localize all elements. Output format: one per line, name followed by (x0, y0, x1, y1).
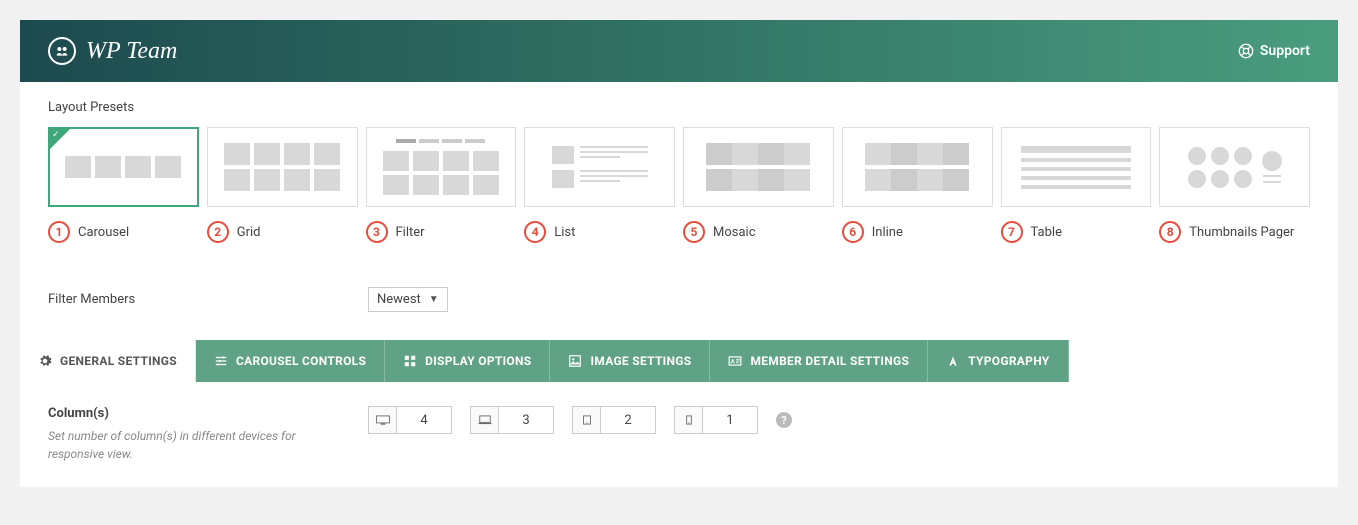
preset-card-carousel[interactable]: ✓ (48, 127, 199, 207)
laptop-icon (471, 407, 499, 433)
preset-filter: 3 Filter (366, 127, 517, 243)
preset-label: Thumbnails Pager (1189, 225, 1294, 240)
tab-label: CAROUSEL CONTROLS (236, 354, 366, 368)
preset-number: 5 (683, 221, 705, 243)
preset-label: Filter (396, 225, 425, 240)
gear-icon (38, 354, 52, 368)
tab-member-detail[interactable]: MEMBER DETAIL SETTINGS (710, 340, 928, 382)
help-icon[interactable]: ? (776, 412, 792, 428)
filter-members-row: Filter Members Newest ▼ (48, 287, 1310, 312)
preset-number: 4 (524, 221, 546, 243)
preset-number: 3 (366, 221, 388, 243)
preset-number: 7 (1001, 221, 1023, 243)
mobile-icon (675, 407, 703, 433)
tab-label: MEMBER DETAIL SETTINGS (750, 354, 909, 368)
preset-label: Carousel (78, 225, 129, 240)
columns-tablet-input[interactable]: 2 (572, 406, 656, 434)
preset-card-table[interactable] (1001, 127, 1152, 207)
grid-icon (403, 354, 417, 368)
preset-grid: 2 Grid (207, 127, 358, 243)
image-icon (568, 354, 582, 368)
preset-inline: 6 Inline (842, 127, 993, 243)
preset-carousel: ✓ 1 Carousel (48, 127, 199, 243)
logo: WP Team (48, 37, 177, 65)
columns-label: Column(s) (48, 406, 368, 421)
layout-presets-label: Layout Presets (48, 100, 1310, 115)
font-icon (946, 354, 960, 368)
filter-members-select[interactable]: Newest ▼ (368, 287, 448, 312)
columns-setting: Column(s) Set number of column(s) in dif… (48, 406, 1310, 463)
support-label: Support (1260, 43, 1310, 59)
preset-card-mosaic[interactable] (683, 127, 834, 207)
columns-desktop-value: 4 (397, 407, 451, 433)
tablet-icon (573, 407, 601, 433)
columns-mobile-value: 1 (703, 407, 757, 433)
columns-mobile-input[interactable]: 1 (674, 406, 758, 434)
preset-label: Table (1031, 225, 1062, 240)
preset-card-grid[interactable] (207, 127, 358, 207)
preset-label: Grid (237, 225, 261, 240)
preset-number: 8 (1159, 221, 1181, 243)
tab-typography[interactable]: TYPOGRAPHY (928, 340, 1068, 382)
desktop-icon (369, 407, 397, 433)
preset-label: List (554, 225, 575, 240)
tab-label: GENERAL SETTINGS (60, 354, 177, 368)
tab-general-settings[interactable]: GENERAL SETTINGS (20, 340, 196, 382)
tab-content: Column(s) Set number of column(s) in dif… (20, 382, 1338, 487)
presets-row: ✓ 1 Carousel 2 Grid (48, 127, 1310, 243)
tab-label: TYPOGRAPHY (968, 354, 1049, 368)
columns-laptop-value: 3 (499, 407, 553, 433)
filter-members-label: Filter Members (48, 292, 368, 307)
app-name: WP Team (86, 38, 177, 65)
team-icon (48, 37, 76, 65)
tab-label: DISPLAY OPTIONS (425, 354, 531, 368)
columns-tablet-value: 2 (601, 407, 655, 433)
preset-table: 7 Table (1001, 127, 1152, 243)
settings-tabs: GENERAL SETTINGS CAROUSEL CONTROLS DISPL… (20, 340, 1338, 382)
preset-label: Inline (872, 225, 903, 240)
tab-label: IMAGE SETTINGS (590, 354, 691, 368)
check-icon: ✓ (52, 130, 60, 140)
preset-card-thumbnails[interactable] (1159, 127, 1310, 207)
preset-number: 2 (207, 221, 229, 243)
preset-number: 1 (48, 221, 70, 243)
tab-carousel-controls[interactable]: CAROUSEL CONTROLS (196, 340, 385, 382)
preset-card-list[interactable] (524, 127, 675, 207)
preset-mosaic: 5 Mosaic (683, 127, 834, 243)
preset-thumbnails-pager: 8 Thumbnails Pager (1159, 127, 1310, 243)
sliders-icon (214, 354, 228, 368)
chevron-down-icon: ▼ (429, 294, 439, 305)
preset-number: 6 (842, 221, 864, 243)
tab-image-settings[interactable]: IMAGE SETTINGS (550, 340, 710, 382)
columns-description: Set number of column(s) in different dev… (48, 427, 318, 463)
preset-card-inline[interactable] (842, 127, 993, 207)
columns-desktop-input[interactable]: 4 (368, 406, 452, 434)
lifebuoy-icon (1238, 43, 1254, 59)
app-header: WP Team Support (20, 20, 1338, 82)
id-card-icon (728, 354, 742, 368)
columns-laptop-input[interactable]: 3 (470, 406, 554, 434)
preset-card-filter[interactable] (366, 127, 517, 207)
support-link[interactable]: Support (1238, 43, 1310, 59)
layout-panel: Layout Presets ✓ 1 Carousel 2 Grid (20, 82, 1338, 340)
preset-label: Mosaic (713, 225, 756, 240)
tab-display-options[interactable]: DISPLAY OPTIONS (385, 340, 550, 382)
preset-list: 4 List (524, 127, 675, 243)
select-value: Newest (377, 292, 421, 307)
